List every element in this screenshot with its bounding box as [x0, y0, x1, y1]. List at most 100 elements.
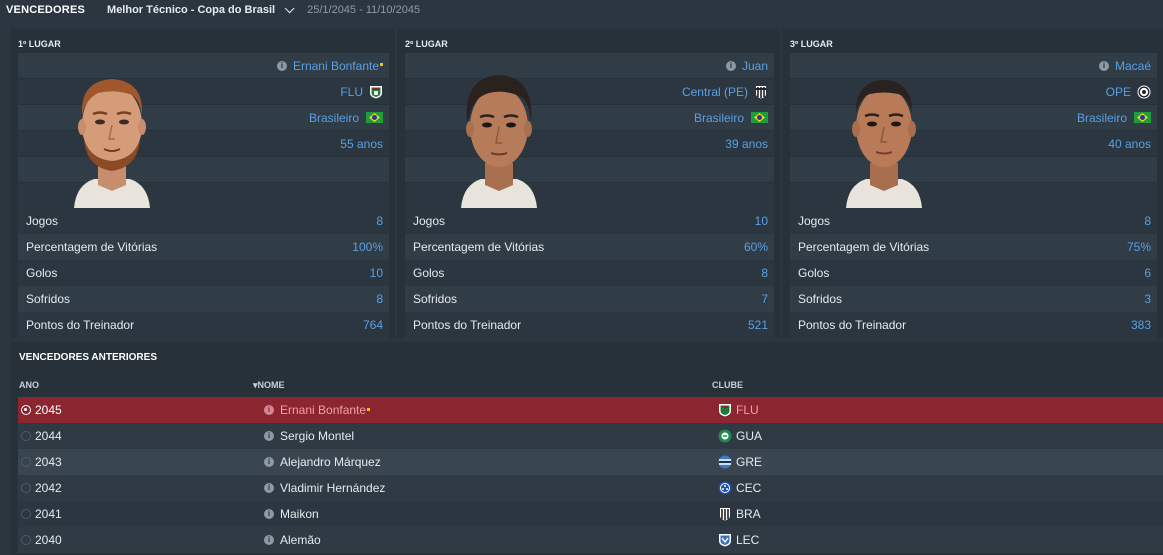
stat-label: Pontos do Treinador [798, 318, 907, 332]
row-select-radio[interactable] [21, 483, 31, 493]
column-header-club[interactable]: CLUBE [712, 380, 743, 390]
stat-value: 383 [1130, 318, 1151, 332]
stat-label: Pontos do Treinador [26, 318, 135, 332]
club-name[interactable]: GUA [736, 429, 762, 443]
name-cell[interactable]: i Vladimir Hernández [264, 481, 385, 495]
club-cell[interactable]: BRA [718, 507, 761, 521]
nationality[interactable]: Brasileiro [309, 111, 359, 125]
info-icon[interactable]: i [725, 60, 736, 71]
club-name[interactable]: CEC [736, 481, 761, 495]
row-select-radio[interactable] [21, 457, 31, 467]
club-name[interactable]: Central (PE) [682, 85, 748, 99]
info-icon[interactable]: i [264, 483, 274, 493]
column-header-name[interactable]: ▾NOME [253, 380, 285, 391]
age: 39 anos [725, 136, 768, 151]
info-icon[interactable]: i [264, 431, 274, 441]
date-range: 25/1/2045 - 11/10/2045 [307, 4, 421, 16]
page-title: VENCEDORES [6, 4, 86, 16]
section-title: VENCEDORES ANTERIORES [19, 352, 157, 363]
table-row[interactable]: 2041 i Maikon BRA [18, 501, 1163, 527]
row-select-radio[interactable] [21, 405, 31, 415]
stat-row: Sofridos 8 [18, 286, 389, 312]
name-cell[interactable]: i Maikon [264, 507, 319, 521]
table-row[interactable]: 2043 i Alejandro Márquez GRE [18, 449, 1163, 475]
place-label: 2º LUGAR [405, 39, 448, 49]
manager-name[interactable]: Alemão [280, 533, 321, 547]
brazil-flag-icon [1134, 112, 1151, 123]
age: 40 anos [1108, 136, 1151, 151]
year-cell: 2042 [35, 481, 62, 495]
year-cell: 2041 [35, 507, 62, 521]
table-row[interactable]: 2044 i Sergio Montel GUA [18, 423, 1163, 449]
place-label: 1º LUGAR [18, 39, 61, 49]
name-cell[interactable]: i Sergio Montel [264, 429, 354, 443]
table-row[interactable]: 2040 i Alemão LEC [18, 527, 1163, 553]
nationality[interactable]: Brasileiro [694, 111, 744, 125]
stat-value: 3 [1144, 292, 1151, 306]
stat-label: Jogos [798, 214, 831, 228]
club-cell[interactable]: FLU [718, 403, 759, 417]
club-name[interactable]: FLU [736, 403, 759, 417]
stat-label: Percentagem de Vitórias [798, 240, 930, 254]
previous-winners-panel: VENCEDORES ANTERIORES ANO ▾NOME CLUBE 20… [10, 342, 1163, 555]
manager-portrait [461, 75, 537, 208]
award-selector[interactable]: Melhor Técnico - Copa do Brasil [107, 2, 295, 16]
age: 55 anos [340, 136, 383, 151]
name-cell[interactable]: i Ernani Bonfante [264, 403, 371, 417]
row-select-radio[interactable] [21, 509, 31, 519]
stat-row: Percentagem de Vitórias 100% [18, 234, 389, 260]
stats-list: Jogos 10 Percentagem de Vitórias 60% Golos… [405, 208, 774, 338]
manager-info: i Juan Central (PE) Brasileiro 39 anos [405, 53, 774, 208]
club-name[interactable]: BRA [736, 507, 761, 521]
manager-name[interactable]: Sergio Montel [280, 429, 354, 443]
cec-crest-icon [718, 481, 732, 495]
year-cell: 2044 [35, 429, 62, 443]
club-cell[interactable]: GRE [718, 455, 762, 469]
manager-name[interactable]: Juan [742, 59, 768, 73]
manager-name[interactable]: Ernani Bonfante [280, 403, 366, 417]
club-cell[interactable]: CEC [718, 481, 761, 495]
club-name[interactable]: LEC [736, 533, 759, 547]
stat-value: 521 [747, 318, 768, 332]
podium-card-first: 1º LUGAR i Ernani Bonfante FLU Brasileir… [10, 29, 395, 338]
stat-row: Jogos 8 [18, 208, 389, 234]
info-icon[interactable]: i [276, 60, 287, 71]
lec-crest-icon [719, 534, 731, 547]
info-icon[interactable]: i [264, 405, 274, 415]
manager-name[interactable]: Vladimir Hernández [280, 481, 385, 495]
stat-label: Sofridos [798, 292, 843, 306]
ope-crest-icon [1137, 85, 1151, 98]
stats-list: Jogos 8 Percentagem de Vitórias 75% Golos 6… [790, 208, 1157, 338]
info-icon[interactable]: i [1098, 60, 1109, 71]
year-cell: 2040 [35, 533, 62, 547]
club-name[interactable]: FLU [340, 85, 363, 99]
central-crest-icon [756, 85, 766, 98]
club-cell[interactable]: LEC [718, 533, 759, 547]
info-icon[interactable]: i [264, 509, 274, 519]
club-name[interactable]: OPE [1106, 85, 1131, 99]
column-header-year[interactable]: ANO [19, 380, 39, 390]
manager-name[interactable]: Ernani Bonfante [293, 59, 379, 73]
manager-name[interactable]: Macaé [1115, 59, 1151, 73]
stat-row: Golos 6 [790, 260, 1157, 286]
club-cell[interactable]: GUA [718, 429, 762, 443]
table-row[interactable]: 2042 i Vladimir Hernández CEC [18, 475, 1163, 501]
stat-value: 100% [352, 240, 383, 254]
manager-info: i Macaé OPE Brasileiro 40 anos [790, 53, 1157, 208]
name-cell[interactable]: i Alemão [264, 533, 321, 547]
stat-value: 10 [754, 214, 768, 228]
name-cell[interactable]: i Alejandro Márquez [264, 455, 381, 469]
nationality[interactable]: Brasileiro [1077, 111, 1127, 125]
stat-label: Golos [26, 266, 58, 280]
stat-value: 75% [1126, 240, 1151, 254]
stat-label: Sofridos [413, 292, 458, 306]
info-icon[interactable]: i [264, 535, 274, 545]
stat-value: 764 [362, 318, 383, 332]
club-name[interactable]: GRE [736, 455, 762, 469]
manager-name[interactable]: Maikon [280, 507, 319, 521]
row-select-radio[interactable] [21, 431, 31, 441]
row-select-radio[interactable] [21, 535, 31, 545]
table-row[interactable]: 2045 i Ernani Bonfante FLU [18, 397, 1163, 423]
info-icon[interactable]: i [264, 457, 274, 467]
manager-name[interactable]: Alejandro Márquez [280, 455, 381, 469]
